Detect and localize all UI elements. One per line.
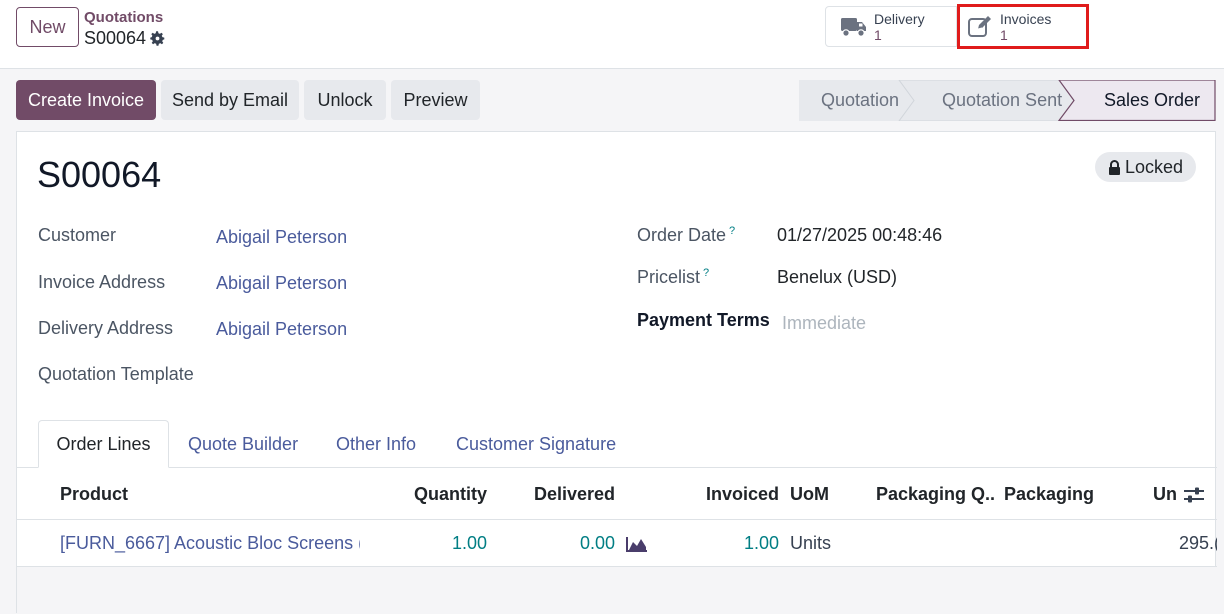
table-row[interactable]: [FURN_6667] Acoustic Bloc Screens (... 1… (17, 520, 1217, 567)
column-delivered[interactable]: Delivered (527, 469, 615, 520)
create-invoice-button[interactable]: Create Invoice (16, 80, 156, 120)
invoice-address-field[interactable]: Abigail Peterson (216, 273, 347, 294)
status-bar: Quotation Quotation Sent Sales Order (799, 80, 1216, 121)
invoices-smart-button[interactable]: Invoices 1 (957, 4, 1089, 49)
invoices-count: 1 (1000, 26, 1008, 43)
tab-order-lines[interactable]: Order Lines (38, 420, 169, 468)
column-uom[interactable]: UoM (790, 469, 829, 520)
pricelist-field[interactable]: Benelux (USD) (777, 267, 897, 288)
row-uom[interactable]: Units (790, 520, 831, 567)
column-unit-price[interactable]: Un (1153, 469, 1177, 520)
status-step-quotation[interactable]: Quotation (821, 80, 899, 121)
row-product[interactable]: [FURN_6667] Acoustic Bloc Screens (... (60, 520, 360, 567)
row-unit-price[interactable]: 295.( (1179, 520, 1217, 567)
edit-document-icon (968, 15, 991, 37)
delivery-address-label: Delivery Address (38, 318, 174, 338)
send-by-email-button[interactable]: Send by Email (161, 80, 299, 120)
forecast-chart-icon[interactable] (626, 536, 648, 552)
new-button[interactable]: New (16, 7, 79, 47)
delivery-count: 1 (874, 26, 882, 43)
page-title: S00064 (37, 154, 162, 195)
form-sheet: S00064 Locked Customer Abigail Peterson … (16, 131, 1217, 614)
invoices-label: Invoices (1000, 10, 1052, 27)
order-date-help-icon[interactable]: ? (729, 225, 735, 237)
pricelist-label-text: Pricelist (637, 267, 701, 287)
table-footer (17, 567, 1217, 614)
locked-badge-label: Locked (1124, 156, 1184, 177)
order-date-label: Order Date? (637, 225, 735, 246)
order-lines-header: Product Quantity Delivered Invoiced UoM … (17, 469, 1217, 520)
invoice-address-label: Invoice Address (38, 272, 166, 292)
customer-label: Customer (38, 225, 117, 245)
tab-other-info[interactable]: Other Info (336, 420, 416, 468)
payment-terms-label: Payment Terms (637, 310, 770, 330)
gear-icon[interactable] (149, 30, 166, 47)
unlock-button[interactable]: Unlock (304, 80, 386, 120)
delivery-label: Delivery (874, 10, 925, 27)
column-product[interactable]: Product (60, 469, 128, 520)
pricelist-help-icon[interactable]: ? (703, 267, 709, 279)
notebook-tabs: Order Lines Quote Builder Other Info Cus… (17, 420, 1217, 468)
control-panel: New Quotations S00064 Delivery 1 Invoice… (0, 0, 1224, 69)
column-invoiced[interactable]: Invoiced (697, 469, 779, 520)
status-step-quotation-sent[interactable]: Quotation Sent (942, 80, 1062, 121)
tab-quote-builder[interactable]: Quote Builder (188, 420, 298, 468)
column-packaging-qty[interactable]: Packaging Q... (876, 469, 994, 520)
column-quantity[interactable]: Quantity (397, 469, 487, 520)
pricelist-label: Pricelist? (637, 267, 709, 288)
order-date-field[interactable]: 01/27/2025 00:48:46 (777, 225, 942, 246)
locked-badge: Locked (1095, 152, 1196, 182)
truck-icon (841, 17, 866, 37)
breadcrumb-quotations[interactable]: Quotations (84, 9, 163, 26)
status-step-sales-order[interactable]: Sales Order (1104, 80, 1200, 121)
optional-columns-icon[interactable] (1183, 486, 1205, 504)
delivery-address-field[interactable]: Abigail Peterson (216, 319, 347, 340)
preview-button[interactable]: Preview (391, 80, 480, 120)
column-packaging[interactable]: Packaging (1004, 469, 1094, 520)
customer-field[interactable]: Abigail Peterson (216, 227, 347, 248)
delivery-smart-button[interactable]: Delivery 1 (825, 6, 957, 47)
tab-customer-signature[interactable]: Customer Signature (456, 420, 616, 468)
quotation-template-label: Quotation Template (38, 364, 194, 384)
payment-terms-field[interactable]: Immediate (782, 313, 866, 334)
row-delivered: 0.00 (579, 533, 615, 553)
row-invoiced: 1.00 (743, 533, 779, 553)
row-quantity[interactable]: 1.00 (397, 520, 487, 567)
breadcrumb-current-record: S00064 (84, 28, 147, 48)
order-date-label-text: Order Date (637, 225, 727, 245)
lock-icon (1108, 159, 1120, 175)
